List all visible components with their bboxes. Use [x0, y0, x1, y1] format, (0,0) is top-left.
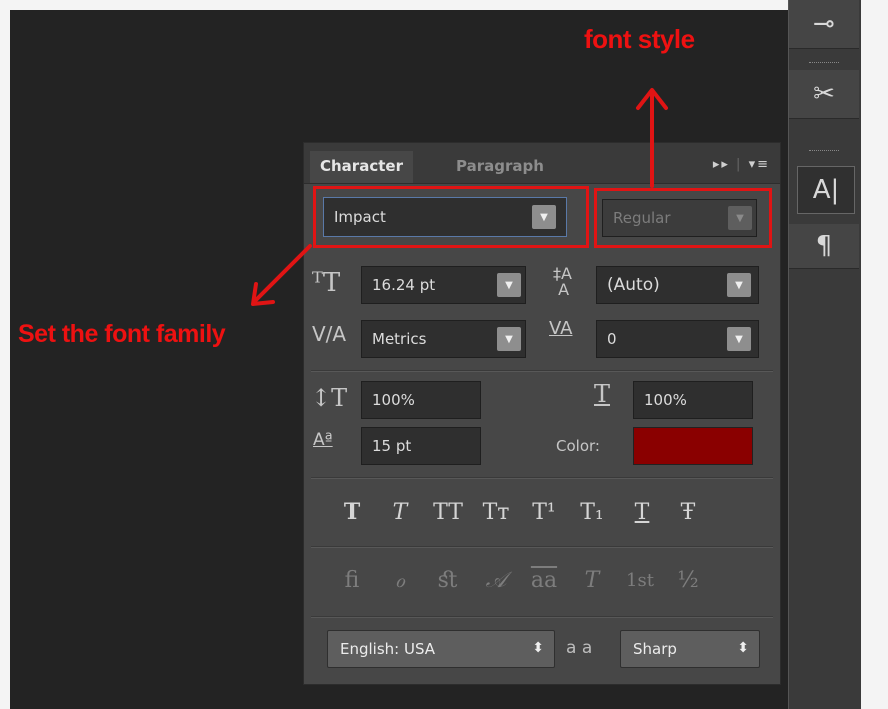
font-family-arrow-line — [252, 244, 312, 304]
annotation-arrows — [251, 88, 668, 306]
